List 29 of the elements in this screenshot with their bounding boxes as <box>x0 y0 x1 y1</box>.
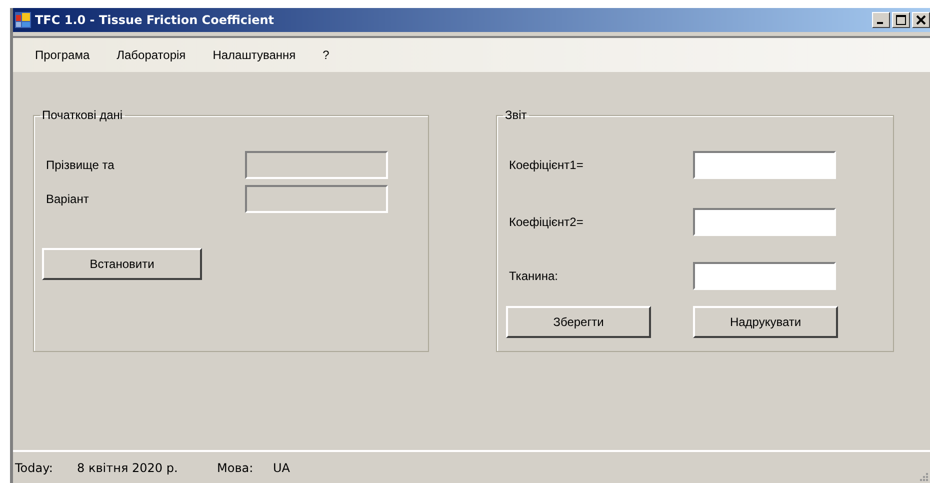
input-field[interactable] <box>693 150 836 178</box>
close-icon <box>916 15 926 25</box>
action-button[interactable]: Надрукувати <box>693 306 838 338</box>
status-label: Мова: <box>217 460 254 474</box>
group-title: Початкові дані <box>41 108 124 122</box>
status-label: Today: <box>15 460 54 474</box>
field-label: Коефіцієнт2= <box>509 215 584 229</box>
field-label: Прізвище та <box>46 158 116 172</box>
minimize-button[interactable] <box>872 12 890 28</box>
menu-item[interactable]: Налаштування <box>212 48 309 62</box>
window-title: TFC 1.0 - Tissue Friction Coefficient <box>35 13 274 27</box>
app-icon <box>15 12 31 28</box>
field-label: Коефіцієнт1= <box>509 158 584 172</box>
field-label: Тканина: <box>509 269 559 283</box>
menu-item[interactable]: ? <box>322 48 342 62</box>
status-language: UA <box>273 460 290 474</box>
maximize-icon <box>896 15 906 25</box>
close-button[interactable] <box>912 12 930 28</box>
set-button[interactable]: Встановити <box>42 248 202 280</box>
group-title: Звіт <box>504 108 528 122</box>
input-field[interactable] <box>693 262 836 290</box>
field-label: Варіант <box>46 192 90 206</box>
action-button[interactable]: Зберегти <box>506 306 651 338</box>
resize-grip-icon <box>918 471 928 481</box>
maximize-button[interactable] <box>892 12 910 28</box>
menu-item[interactable]: Лабораторія <box>116 48 199 62</box>
input-field[interactable] <box>693 208 836 236</box>
status-date: 8 квітня 2020 р. <box>77 460 179 474</box>
menu-item[interactable]: Програма <box>35 48 103 62</box>
